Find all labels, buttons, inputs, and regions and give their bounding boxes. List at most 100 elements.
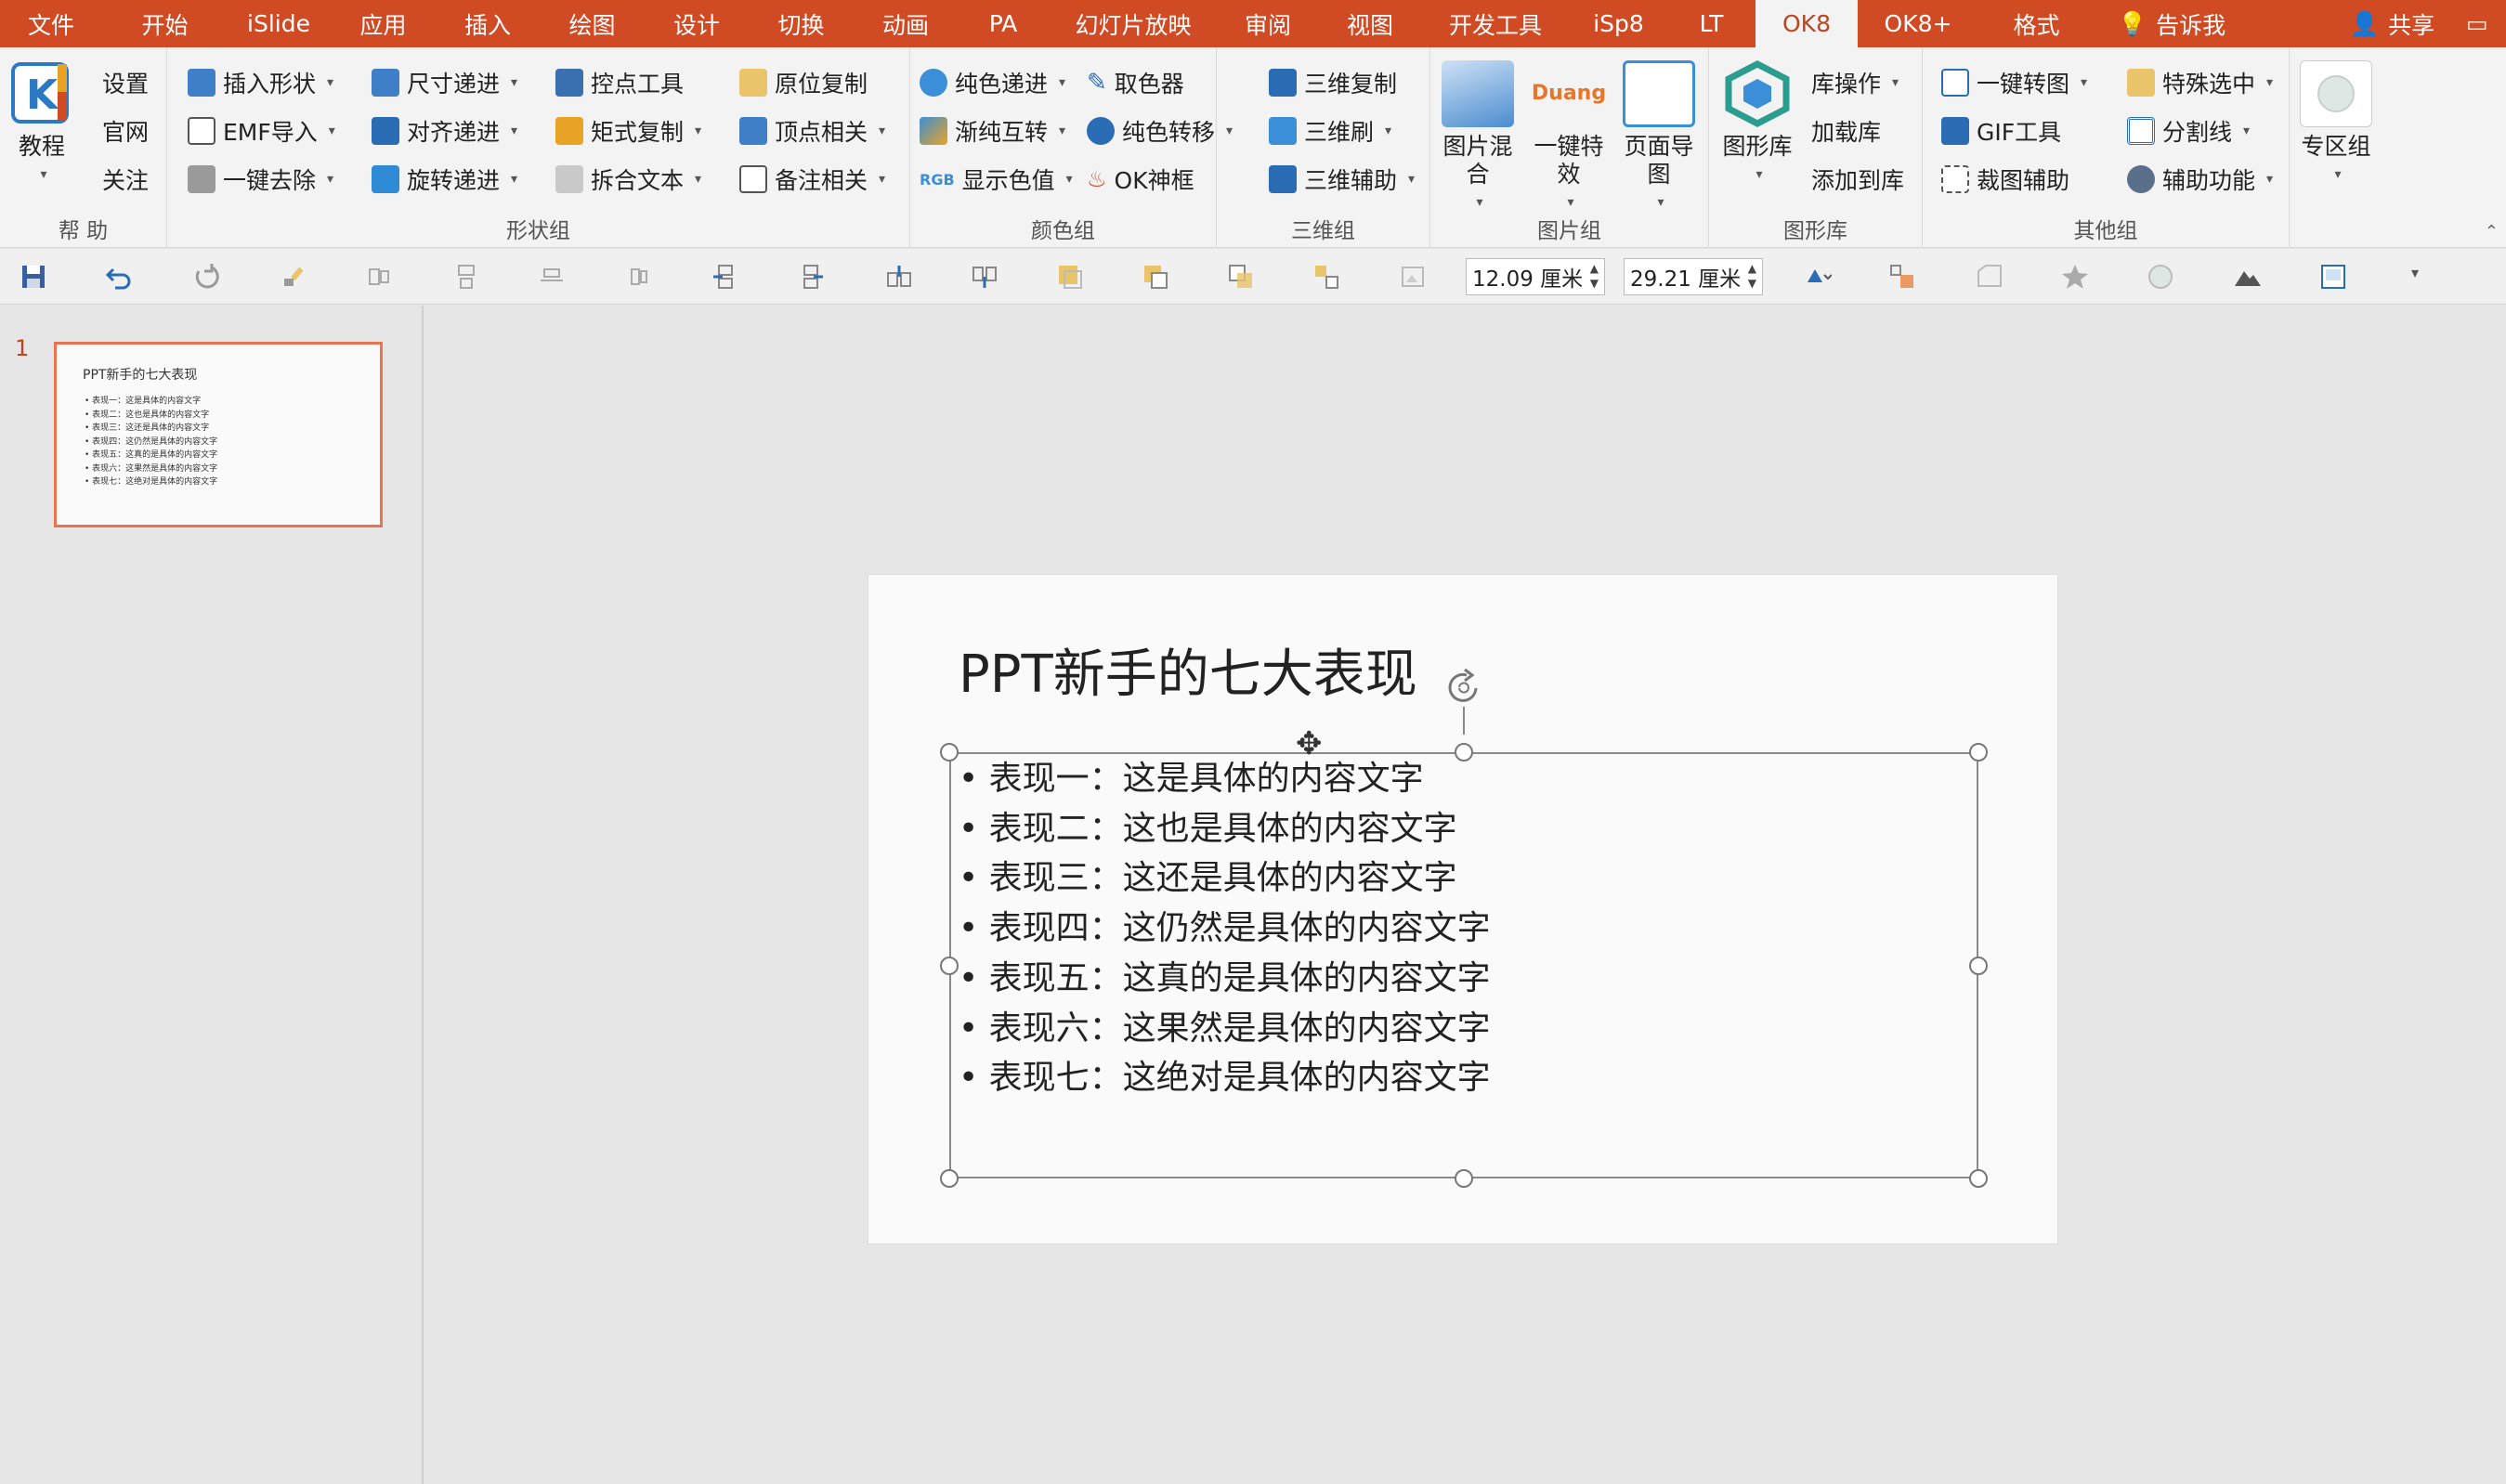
slide-thumbnail[interactable]: PPT新手的七大表现 • 表现一：这是具体的内容文字 • 表现二：这也是具体的内… (54, 342, 383, 527)
resize-handle-top-right[interactable] (1969, 743, 1988, 762)
bullet-item[interactable]: • 表现四：这仍然是具体的内容文字 (959, 904, 1491, 954)
star-icon[interactable] (2060, 262, 2090, 292)
rotate-handle-icon[interactable] (1439, 668, 1489, 709)
size-progression-button[interactable]: 尺寸递进 ▾ (372, 62, 517, 103)
circle-shape-icon[interactable] (2146, 262, 2175, 292)
insert-shape-button[interactable]: 插入形状 ▾ (188, 62, 333, 103)
distribute-icon[interactable] (624, 262, 654, 292)
bullet-list[interactable]: • 表现一：这是具体的内容文字 • 表现二：这也是具体的内容文字 • 表现三：这… (959, 754, 1491, 1103)
bullet-item[interactable]: • 表现七：这绝对是具体的内容文字 (959, 1053, 1491, 1103)
arrange-top-icon[interactable] (884, 262, 914, 292)
solid-color-progression-button[interactable]: 纯色递进 ▾ (920, 62, 1065, 103)
in-place-copy-button[interactable]: 原位复制 (739, 62, 868, 103)
mountain-picture-icon[interactable] (2233, 262, 2263, 292)
edit-shape-icon[interactable] (1975, 262, 2004, 292)
tab-ok8plus[interactable]: OK8+ (1858, 0, 1978, 47)
arrange-right-icon[interactable] (797, 262, 827, 292)
vertex-related-button[interactable]: 顶点相关 ▾ (739, 111, 885, 151)
follow-button[interactable]: 关注 (102, 159, 149, 200)
width-spinner-icon[interactable]: ▲ ▼ (1748, 261, 1756, 291)
tell-me-box[interactable]: 💡 告诉我 (2118, 0, 2225, 47)
height-spinner-icon[interactable]: ▲ ▼ (1590, 261, 1599, 291)
color-picker-button[interactable]: ✎ 取色器 (1087, 62, 1184, 103)
tab-review[interactable]: 审阅 (1217, 0, 1319, 47)
resize-handle-top[interactable] (1455, 743, 1473, 762)
ok-frame-button[interactable]: ♨ OK神框 (1087, 159, 1194, 200)
picture-blend-button[interactable]: 图片混合 ▾ (1436, 60, 1520, 216)
collapse-ribbon-icon[interactable]: ⌃ (2485, 222, 2499, 241)
content-textbox[interactable]: • 表现一：这是具体的内容文字 • 表现二：这也是具体的内容文字 • 表现三：这… (949, 752, 1978, 1178)
control-point-tool-button[interactable]: 控点工具 (555, 62, 684, 103)
tab-animations[interactable]: 动画 (855, 0, 957, 47)
resize-handle-right[interactable] (1969, 957, 1988, 975)
one-key-effect-button[interactable]: Duang 一键特效 ▾ (1527, 60, 1611, 216)
bullet-item[interactable]: • 表现六：这果然是具体的内容文字 (959, 1004, 1491, 1054)
settings-button[interactable]: 设置 (102, 62, 149, 103)
align-middle-icon[interactable] (537, 262, 567, 292)
3d-copy-button[interactable]: 三维复制 (1269, 62, 1397, 103)
assist-function-button[interactable]: 辅助功能 ▾ (2127, 159, 2273, 200)
format-painter-icon[interactable] (279, 262, 308, 292)
resize-handle-bottom-right[interactable] (1969, 1169, 1988, 1188)
divider-line-button[interactable]: 分割线 ▾ (2127, 111, 2250, 151)
page-map-button[interactable]: 页面导图 ▾ (1614, 60, 1703, 216)
show-color-value-button[interactable]: RGB 显示色值 ▾ (920, 159, 1073, 200)
align-progression-button[interactable]: 对齐递进 ▾ (372, 111, 517, 151)
tutorial-button[interactable]: K 教程 ▾ (6, 60, 78, 189)
load-library-button[interactable]: 加载库 (1811, 111, 1881, 151)
ungroup-icon[interactable] (1312, 262, 1341, 292)
crop-assist-button[interactable]: 裁图辅助 (1941, 159, 2069, 200)
tab-developer[interactable]: 开发工具 (1421, 0, 1570, 47)
tab-transitions[interactable]: 切换 (748, 0, 855, 47)
resize-handle-left[interactable] (940, 957, 959, 975)
solid-color-transfer-button[interactable]: 纯色转移 ▾ (1087, 111, 1233, 151)
gif-tool-button[interactable]: GIF工具 (1941, 111, 2061, 151)
redo-icon[interactable] (191, 262, 221, 292)
save-icon[interactable] (19, 262, 48, 292)
tab-slideshow[interactable]: 幻灯片放映 (1050, 0, 1217, 47)
tab-format[interactable]: 格式 (1978, 0, 2095, 47)
resize-handle-top-left[interactable] (940, 743, 959, 762)
split-merge-text-button[interactable]: 拆合文本 ▾ (555, 159, 701, 200)
resize-handle-bottom-left[interactable] (940, 1169, 959, 1188)
resize-handle-bottom[interactable] (1455, 1169, 1473, 1188)
tab-ok8[interactable]: OK8 (1756, 0, 1858, 47)
shape-library-button[interactable]: 图形库 ▾ (1720, 60, 1795, 189)
website-button[interactable]: 官网 (102, 111, 149, 151)
bullet-item[interactable]: • 表现三：这还是具体的内容文字 (959, 853, 1491, 904)
tab-isp8[interactable]: iSp8 (1570, 0, 1667, 47)
share-button[interactable]: 👤 共享 (2350, 0, 2434, 47)
tab-islide[interactable]: iSlide (228, 0, 330, 47)
comment-icon[interactable]: ▭ (2466, 0, 2488, 47)
group-objects-icon[interactable] (1226, 262, 1256, 292)
tab-draw[interactable]: 绘图 (539, 0, 646, 47)
slide[interactable]: PPT新手的七大表现 • 表现一：这是具体的内容文字 • 表现二：这也是具体的内… (868, 575, 2057, 1243)
tab-lt[interactable]: LT (1667, 0, 1756, 47)
3d-assist-button[interactable]: 三维辅助 ▾ (1269, 159, 1415, 200)
matrix-copy-button[interactable]: 矩式复制 ▾ (555, 111, 701, 151)
customize-qat-icon[interactable]: ▾ (2411, 264, 2419, 281)
emf-import-button[interactable]: EMF导入 ▾ (188, 111, 335, 151)
bullet-item[interactable]: • 表现五：这真的是具体的内容文字 (959, 954, 1491, 1004)
rotate-dropdown-icon[interactable] (1802, 262, 1832, 292)
tab-pa[interactable]: PA (957, 0, 1050, 47)
tab-insert[interactable]: 插入 (437, 0, 539, 47)
picture-frame-icon[interactable] (2318, 262, 2348, 292)
slide-title[interactable]: PPT新手的七大表现 (959, 632, 1417, 708)
picture-size-icon[interactable] (1399, 262, 1429, 292)
arrange-left-icon[interactable] (710, 262, 739, 292)
bullet-item[interactable]: • 表现二：这也是具体的内容文字 (959, 804, 1491, 854)
special-select-button[interactable]: 特殊选中 ▾ (2127, 62, 2273, 103)
library-operation-button[interactable]: 库操作 ▾ (1811, 62, 1899, 103)
rotate-progression-button[interactable]: 旋转递进 ▾ (372, 159, 517, 200)
align-center-icon[interactable] (451, 262, 481, 292)
shape-height-input[interactable]: 12.09 厘米 ▲ ▼ (1466, 258, 1605, 295)
tab-design[interactable]: 设计 (646, 0, 748, 47)
bring-forward-icon[interactable] (1055, 262, 1085, 292)
tab-file[interactable]: 文件 (0, 0, 102, 47)
bullet-item[interactable]: • 表现一：这是具体的内容文字 (959, 754, 1491, 804)
zone-group-button[interactable]: 专区组 ▾ (2297, 60, 2375, 189)
selection-pane-icon[interactable] (1887, 262, 1917, 292)
one-key-to-image-button[interactable]: 一键转图 ▾ (1941, 62, 2087, 103)
arrange-bottom-icon[interactable] (970, 262, 999, 292)
